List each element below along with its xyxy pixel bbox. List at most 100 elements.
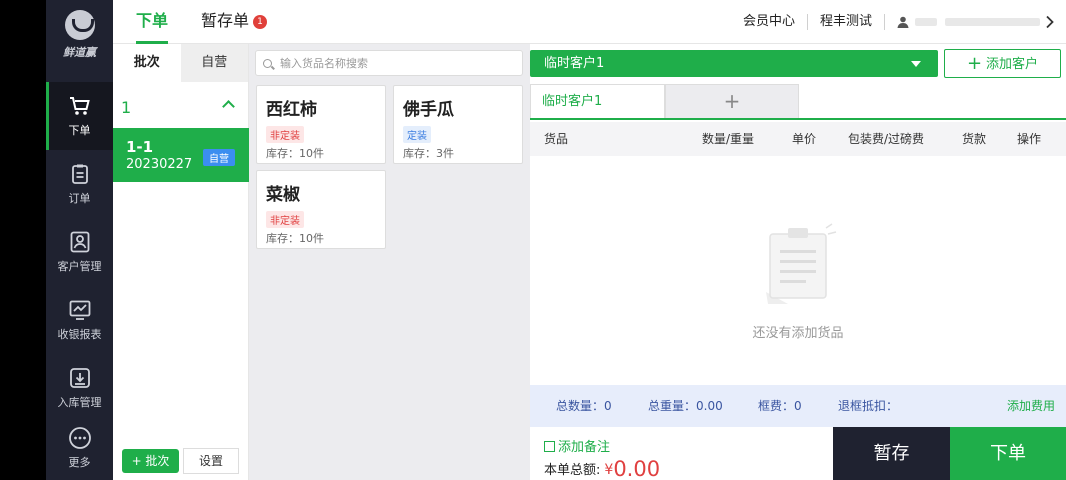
plus-icon: + [966, 53, 983, 74]
col-pack-fee: 包装费/过磅费 [848, 132, 925, 146]
user-icon [897, 16, 909, 28]
goods-card[interactable]: 西红柿 非定装 库存：10件 [256, 85, 386, 164]
col-unit-price: 单价 [792, 132, 817, 146]
tab-draft-label: 暂存单 [201, 11, 250, 30]
chevron-right-icon [1046, 15, 1054, 29]
totals-bar: 总数量：0 总重量：0.00 框费：0 退框抵扣： 添加费用 [530, 385, 1066, 427]
goods-pack-tag: 非定装 [266, 211, 304, 228]
report-icon [69, 300, 90, 320]
tab-place-order[interactable]: 下单 [136, 0, 169, 44]
empty-clipboard-icon [766, 223, 837, 304]
goods-search [255, 50, 523, 76]
brand-name: 鲜道赢 [63, 46, 96, 59]
nav-item-inbound[interactable]: 入库管理 [46, 354, 113, 422]
batch-item[interactable]: 1-1 20230227 自营 [113, 128, 249, 182]
total-weight: 总重量：0.00 [648, 399, 723, 413]
goods-name: 佛手瓜 [403, 100, 454, 120]
app-root: 鲜道赢 下单 订单 客户管理 收银报表 入库管理 更多 下单 暂存单 1 会员中… [0, 0, 1066, 480]
goods-card[interactable]: 菜椒 非定装 库存：10件 [256, 170, 386, 249]
clipboard-icon [71, 164, 88, 184]
frame-fee: 框费：0 [758, 399, 802, 413]
header-actions: 会员中心 程丰测试 [731, 0, 1056, 44]
tab-draft-orders[interactable]: 暂存单 1 [201, 0, 268, 44]
cart-icon [69, 97, 90, 115]
nav-label: 订单 [68, 192, 91, 205]
more-icon [68, 427, 91, 449]
nav-rail: 鲜道赢 下单 订单 客户管理 收银报表 入库管理 更多 [46, 0, 113, 480]
add-remark-label: 添加备注 [558, 440, 611, 455]
user-menu[interactable] [885, 15, 1056, 29]
goods-name: 西红柿 [266, 100, 317, 120]
chevron-up-icon [222, 100, 235, 113]
order-footer: 添加备注 本单总额: ¥0.00 暂存 下单 [530, 427, 1066, 480]
inbound-icon [69, 368, 90, 388]
currency-symbol: ¥ [604, 462, 614, 478]
col-qty-weight: 数量/重量 [702, 132, 755, 146]
col-payment: 货款 [962, 132, 987, 146]
nav-item-more[interactable]: 更多 [46, 414, 113, 480]
order-total-label: 本单总额: [544, 463, 601, 478]
edit-icon [544, 441, 555, 452]
customer-select[interactable]: 临时客户1 [530, 50, 938, 77]
order-panel: 临时客户1 + 添加客户 临时客户1 + 货品 数量/重量 单价 包装费/过磅费 … [530, 44, 1066, 480]
goods-search-input[interactable] [280, 54, 516, 72]
order-table-header: 货品 数量/重量 单价 包装费/过磅费 货款 操作 [530, 122, 1066, 156]
order-total-amount: 0.00 [613, 457, 661, 480]
nav-label: 收银报表 [57, 328, 102, 341]
brand-logo: 鲜道赢 [46, 8, 113, 64]
goods-stock: 库存：3件 [403, 147, 454, 160]
col-goods: 货品 [544, 132, 569, 146]
hold-order-button[interactable]: 暂存 [833, 427, 950, 480]
tab-batch[interactable]: 批次 [113, 44, 181, 82]
goods-pack-tag: 定装 [403, 126, 431, 143]
nav-item-orders[interactable]: 订单 [46, 150, 113, 218]
tab-customer[interactable]: 临时客户1 [530, 84, 665, 118]
goods-card[interactable]: 佛手瓜 定装 库存：3件 [393, 85, 523, 164]
customer-icon [70, 231, 89, 253]
nav-label: 下单 [68, 124, 91, 137]
total-quantity: 总数量：0 [556, 399, 612, 413]
batch-panel: 批次 自营 1 1-1 20230227 自营 + 批次 设置 [113, 44, 249, 480]
frame-return-deduction: 退框抵扣： [838, 399, 899, 413]
batch-tag: 自营 [203, 149, 235, 166]
col-actions: 操作 [1017, 132, 1042, 146]
add-batch-button[interactable]: + 批次 [122, 449, 179, 473]
goods-name: 菜椒 [266, 185, 300, 205]
member-center-link[interactable]: 会员中心 [731, 14, 808, 30]
add-remark-button[interactable]: 添加备注 [544, 436, 610, 455]
batch-group-header[interactable]: 1 [113, 94, 249, 122]
add-fee-link[interactable]: 添加费用 [1007, 385, 1055, 427]
empty-state: 还没有添加货品 [530, 156, 1066, 385]
caret-down-icon [911, 61, 921, 67]
left-edge [0, 0, 46, 480]
add-customer-label: 添加客户 [986, 57, 1039, 72]
submit-order-button[interactable]: 下单 [950, 427, 1066, 480]
order-total: 本单总额: ¥0.00 [544, 457, 660, 480]
logo-icon [64, 10, 95, 40]
user-info-placeholder [915, 18, 937, 26]
customer-select-value: 临时客户1 [544, 56, 605, 71]
nav-label: 客户管理 [57, 260, 102, 273]
tab-self-operated[interactable]: 自营 [180, 44, 248, 82]
search-icon [263, 59, 272, 68]
batch-tabs: 批次 自营 [113, 44, 248, 82]
nav-item-report[interactable]: 收银报表 [46, 286, 113, 354]
nav-item-customers[interactable]: 客户管理 [46, 218, 113, 286]
add-customer-button[interactable]: + 添加客户 [944, 49, 1061, 78]
settings-button[interactable]: 设置 [183, 448, 239, 474]
empty-state-text: 还没有添加货品 [752, 326, 844, 341]
add-customer-tab[interactable]: + [665, 84, 799, 118]
customer-tabs: 临时客户1 + [530, 84, 1066, 120]
nav-label: 更多 [68, 456, 91, 469]
goods-panel: 西红柿 非定装 库存：10件 佛手瓜 定装 库存：3件 菜椒 非定装 库存：10… [249, 44, 530, 480]
draft-count-badge: 1 [253, 15, 268, 29]
goods-stock: 库存：10件 [266, 147, 324, 160]
nav-item-order[interactable]: 下单 [46, 82, 113, 150]
goods-pack-tag: 非定装 [266, 126, 304, 143]
user-info-placeholder [945, 18, 1040, 26]
goods-stock: 库存：10件 [266, 232, 324, 245]
account-name[interactable]: 程丰测试 [808, 14, 885, 30]
nav-label: 入库管理 [57, 396, 102, 409]
batch-group-label: 1 [121, 98, 132, 117]
top-header: 下单 暂存单 1 会员中心 程丰测试 [113, 0, 1066, 44]
